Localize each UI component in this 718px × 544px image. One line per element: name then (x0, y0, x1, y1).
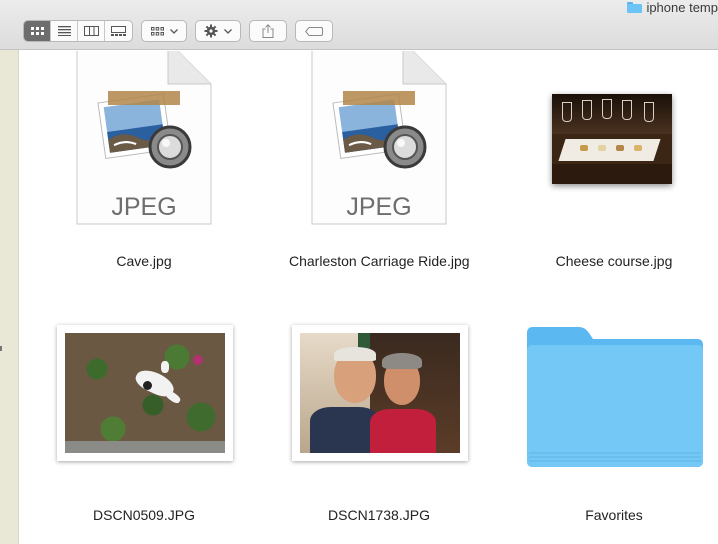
jpeg-badge-text: JPEG (111, 193, 176, 221)
file-item-charleston-carriage-ride[interactable]: JPEG Charleston Carriage Ride.jpg (289, 51, 470, 281)
file-item-dscn1738[interactable]: DSCN1738.JPG (289, 323, 469, 543)
gallery-view-button[interactable] (105, 21, 132, 41)
folder-icon (627, 1, 643, 13)
column-view-button[interactable] (78, 21, 105, 41)
file-name: Charleston Carriage Ride.jpg (289, 253, 470, 269)
folder-icon (527, 327, 703, 467)
file-name: Cheese course.jpg (555, 253, 673, 269)
jpeg-badge-text: JPEG (346, 193, 411, 221)
chevron-down-icon (224, 28, 232, 34)
column-view-icon (83, 26, 99, 36)
icon-view-icon (30, 26, 44, 35)
file-icon-grid: JPEG Cave.jpg JPEG Charleston Carriage R… (20, 51, 718, 544)
group-icon (150, 26, 164, 35)
file-item-cheese-course[interactable]: Cheese course.jpg (524, 51, 704, 281)
list-view-icon (57, 26, 71, 36)
action-button[interactable] (195, 20, 241, 42)
file-item-cave[interactable]: JPEG Cave.jpg (54, 51, 234, 281)
chevron-down-icon (169, 28, 178, 34)
tag-icon (305, 26, 323, 36)
file-name: Cave.jpg (116, 253, 172, 269)
photo-thumbnail (552, 94, 672, 184)
folder-item-favorites[interactable]: Favorites (524, 323, 704, 543)
file-name: DSCN0509.JPG (93, 507, 195, 523)
tags-button[interactable] (295, 20, 333, 42)
folder-name: Favorites (585, 507, 643, 523)
share-icon (262, 24, 274, 38)
list-view-button[interactable] (51, 21, 78, 41)
window-title: iphone temp (627, 0, 718, 15)
photo-thumbnail (57, 325, 233, 461)
window-title-text: iphone temp (646, 0, 718, 15)
gallery-view-icon (111, 26, 126, 36)
sidebar-resize-handle[interactable] (0, 346, 2, 351)
group-button[interactable] (141, 20, 187, 42)
gear-icon (204, 24, 218, 38)
photo-thumbnail (292, 325, 468, 461)
sidebar (0, 50, 19, 544)
toolbar: iphone temp (0, 0, 718, 50)
jpeg-document-icon: JPEG (311, 51, 447, 225)
share-button[interactable] (249, 20, 287, 42)
file-item-dscn0509[interactable]: DSCN0509.JPG (54, 323, 234, 543)
file-name: DSCN1738.JPG (328, 507, 430, 523)
icon-view-button[interactable] (24, 21, 51, 41)
jpeg-document-icon: JPEG (76, 51, 212, 225)
view-mode-control (23, 20, 133, 42)
